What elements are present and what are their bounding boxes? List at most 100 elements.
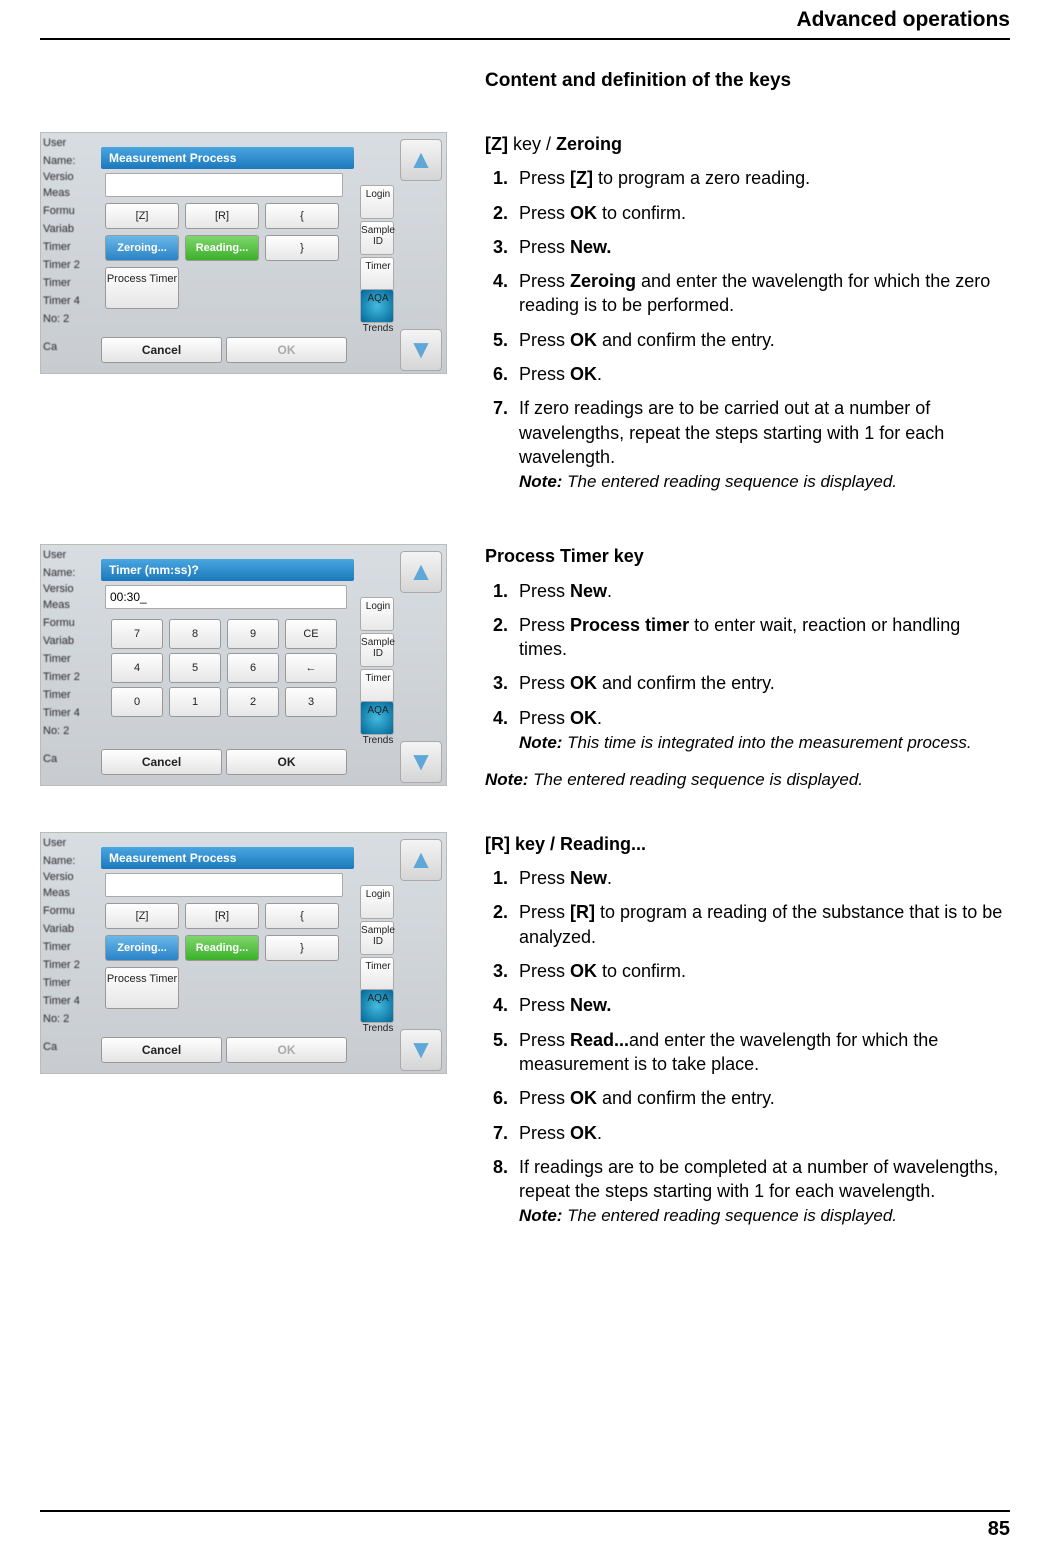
btn-reading: Reading... — [185, 235, 259, 261]
key-r: [R] — [185, 203, 259, 229]
bg-label: Meas — [43, 599, 70, 611]
key-back: ← — [285, 653, 337, 683]
t: Press — [519, 1123, 570, 1143]
key-5: 5 — [169, 653, 221, 683]
t: to confirm. — [597, 961, 686, 981]
t: . — [597, 364, 602, 384]
note-text: The entered reading sequence is displaye… — [528, 770, 863, 789]
t: [R] — [570, 902, 595, 922]
bg-label: Versio — [43, 871, 74, 883]
label-aqa: AQA — [358, 705, 398, 716]
t: Press — [519, 615, 570, 635]
dialog-title: Timer (mm:ss)? — [101, 559, 354, 581]
t: Press — [519, 364, 570, 384]
label-login: Login — [358, 601, 398, 612]
t: Press — [519, 168, 570, 188]
t: Press — [519, 271, 570, 291]
bg-label: Meas — [43, 187, 70, 199]
note-label: Note: — [519, 733, 562, 752]
step: If zero readings are to be carried out a… — [513, 396, 1010, 494]
t: If zero readings are to be carried out a… — [519, 398, 944, 467]
key-0: 0 — [111, 687, 163, 717]
key-z: [Z] — [105, 203, 179, 229]
key-brace: { — [265, 903, 339, 929]
bg-label: Formu — [43, 905, 75, 917]
btn-reading: Reading... — [185, 935, 259, 961]
key-7: 7 — [111, 619, 163, 649]
key-9: 9 — [227, 619, 279, 649]
figure-timer-keypad: User Name: Versio Meas Formu Variab Time… — [40, 544, 445, 786]
heading-r: [R] key / Reading... — [485, 832, 1010, 856]
step: Press OK. — [513, 362, 1010, 386]
t: New. — [570, 237, 611, 257]
t: . — [607, 868, 612, 888]
step: Press Zeroing and enter the wavelength f… — [513, 269, 1010, 318]
t: OK — [570, 708, 597, 728]
step-note: Note: The entered reading sequence is di… — [519, 1205, 1010, 1228]
section-zeroing: User Name: Versio Meas Formu Variab Time… — [40, 132, 1010, 504]
bg-label: User — [43, 837, 66, 849]
t: Press — [519, 203, 570, 223]
bg-label: User — [43, 549, 66, 561]
note-text: The entered reading sequence is displaye… — [562, 472, 897, 491]
t: OK — [570, 961, 597, 981]
label-trends: Trends — [358, 1023, 398, 1034]
scroll-down-icon: ▼ — [400, 741, 442, 783]
step: Press Process timer to enter wait, react… — [513, 613, 1010, 662]
step-note: Note: This time is integrated into the m… — [519, 732, 1010, 755]
t: Press — [519, 1088, 570, 1108]
key-4: 4 — [111, 653, 163, 683]
bg-label: Timer — [43, 689, 71, 701]
label-timer: Timer — [358, 673, 398, 684]
step-note: Note: The entered reading sequence is di… — [519, 471, 1010, 494]
step: Press OK to confirm. — [513, 959, 1010, 983]
step: Press Read...and enter the wavelength fo… — [513, 1028, 1010, 1077]
btn-ok: OK — [226, 337, 347, 363]
step: Press OK. Note: This time is integrated … — [513, 706, 1010, 755]
step: Press [R] to program a reading of the su… — [513, 900, 1010, 949]
t: Process timer — [570, 615, 689, 635]
heading-name: Zeroing — [556, 134, 622, 154]
bg-label: User — [43, 137, 66, 149]
step: Press New. — [513, 993, 1010, 1017]
figure-measurement-process-1: User Name: Versio Meas Formu Variab Time… — [40, 132, 445, 374]
label-aqa: AQA — [358, 993, 398, 1004]
t: and confirm the entry. — [597, 330, 775, 350]
page-number: 85 — [40, 1510, 1010, 1541]
bg-label: No: 2 — [43, 725, 69, 737]
bg-label: Variab — [43, 223, 74, 235]
t: New — [570, 868, 607, 888]
bg-label: No: 2 — [43, 313, 69, 325]
bg-label: Timer — [43, 241, 71, 253]
t: Zeroing — [570, 271, 636, 291]
sequence-field — [105, 173, 343, 197]
t: OK — [570, 364, 597, 384]
bg-label: Formu — [43, 205, 75, 217]
t: Read... — [570, 1030, 629, 1050]
key-3: 3 — [285, 687, 337, 717]
key-ce: CE — [285, 619, 337, 649]
label-login: Login — [358, 889, 398, 900]
btn-cancel: Cancel — [101, 337, 222, 363]
label-sampleid: Sample ID — [358, 637, 398, 659]
bg-label: Name: — [43, 155, 75, 167]
t: . — [597, 708, 602, 728]
btn-cancel: Cancel — [101, 749, 222, 775]
note-label: Note: — [519, 1206, 562, 1225]
t: Press — [519, 902, 570, 922]
heading-z: [Z] key / Zeroing — [485, 132, 1010, 156]
scroll-down-icon: ▼ — [400, 329, 442, 371]
t: to program a zero reading. — [593, 168, 810, 188]
t: Press — [519, 1030, 570, 1050]
label-timer: Timer — [358, 961, 398, 972]
bg-label: Ca — [43, 341, 57, 353]
t: Press — [519, 995, 570, 1015]
t: Press — [519, 581, 570, 601]
note-label: Note: — [485, 770, 528, 789]
bg-label: Name: — [43, 567, 75, 579]
t: New — [570, 581, 607, 601]
bg-label: Timer — [43, 653, 71, 665]
btn-process-timer: Process Timer — [105, 967, 179, 1009]
extra-note: Note: The entered reading sequence is di… — [485, 769, 1010, 792]
t: and confirm the entry. — [597, 1088, 775, 1108]
